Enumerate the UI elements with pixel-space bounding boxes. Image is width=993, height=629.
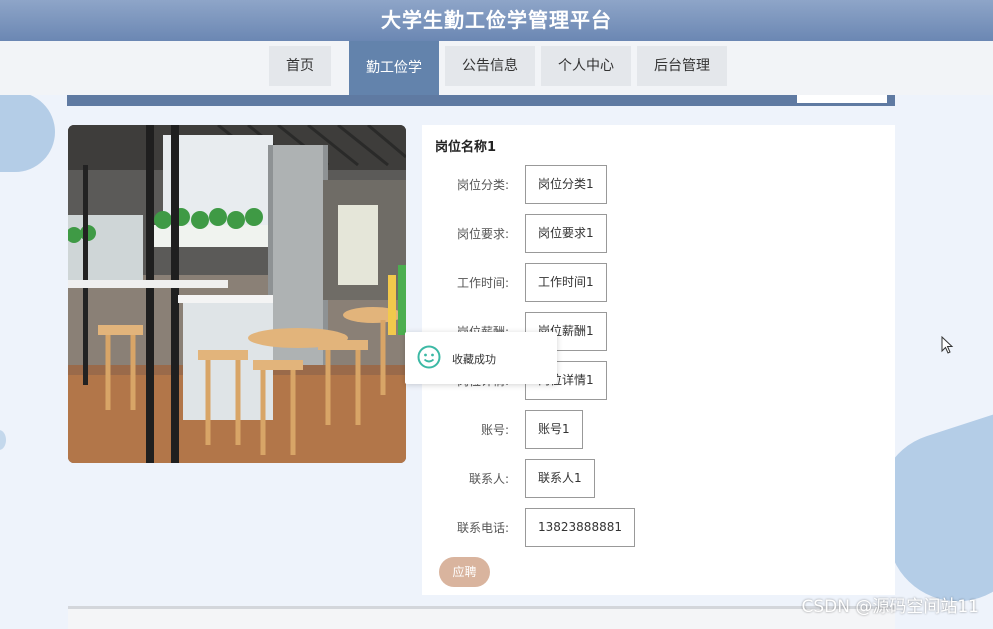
field-label: 工作时间: (456, 276, 509, 290)
mouse-cursor-icon (941, 336, 954, 354)
field-value: 账号1 (525, 410, 583, 449)
site-title: 大学生勤工俭学管理平台 (381, 8, 612, 32)
decorative-blob (0, 430, 6, 450)
position-photo (68, 125, 406, 463)
nav-item-profile[interactable]: 个人中心 (541, 46, 631, 86)
field-value: 联系人1 (525, 459, 595, 498)
decorative-blob (0, 92, 55, 172)
nav-item-admin[interactable]: 后台管理 (637, 46, 727, 86)
field-label: 联系人: (468, 472, 509, 486)
nav-item-notice[interactable]: 公告信息 (445, 46, 535, 86)
toast-message: 收藏成功 (452, 353, 496, 366)
apply-button[interactable]: 应聘 (439, 557, 490, 587)
nav-item-home[interactable]: 首页 (269, 46, 331, 86)
toast-notification: 收藏成功 (405, 332, 557, 384)
field-value: 工作时间1 (525, 263, 607, 302)
next-section-edge (68, 606, 895, 629)
field-label: 岗位分类: (456, 178, 509, 192)
field-label: 账号: (480, 423, 509, 437)
banner-chip (797, 95, 887, 103)
section-banner (67, 95, 895, 106)
field-value: 岗位分类1 (525, 165, 607, 204)
field-label: 岗位要求: (456, 227, 509, 241)
field-value: 13823888881 (525, 508, 635, 547)
nav-item-work-study[interactable]: 勤工俭学 (349, 41, 439, 95)
position-name: 岗位名称1 (435, 140, 497, 155)
watermark: CSDN @源码空间站11 (801, 597, 979, 617)
field-label: 联系电话: (456, 521, 509, 535)
site-header: 大学生勤工俭学管理平台 (0, 0, 993, 41)
smile-icon (417, 345, 441, 369)
main-nav: 首页 勤工俭学 公告信息 个人中心 后台管理 (0, 41, 993, 95)
field-value: 岗位要求1 (525, 214, 607, 253)
